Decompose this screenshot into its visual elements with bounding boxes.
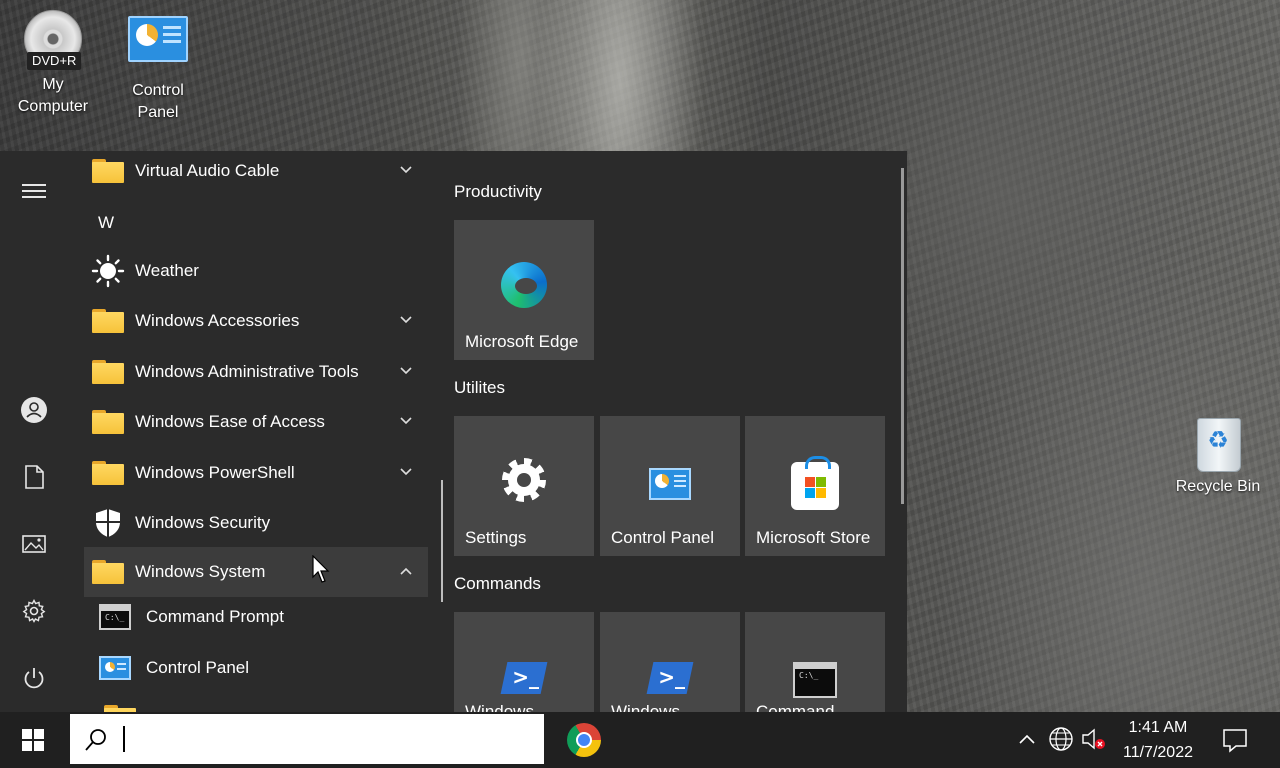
dvd-drive-icon: DVD+R — [23, 10, 83, 70]
command-prompt-icon: C:\_ — [98, 599, 132, 635]
edge-icon — [501, 262, 547, 308]
control-panel-icon — [128, 16, 188, 76]
search-icon — [85, 729, 106, 751]
app-list-item-windows-accessories[interactable]: Windows Accessories — [84, 296, 428, 346]
chevron-down-icon — [400, 417, 412, 425]
chevron-down-icon — [400, 367, 412, 375]
desktop-icon-label: Control Panel — [132, 82, 184, 121]
app-list-item-command-prompt[interactable]: C:\_ Command Prompt — [84, 592, 428, 642]
command-prompt-icon: C:\_ — [793, 662, 837, 698]
chevron-down-icon — [400, 316, 412, 324]
desktop-icon-label: Recycle Bin — [1175, 478, 1261, 495]
folder-icon — [88, 404, 128, 440]
app-list-item-virtual-audio-cable[interactable]: Virtual Audio Cable — [84, 151, 428, 196]
store-icon — [791, 456, 839, 510]
app-list-item-label: Windows System — [135, 562, 266, 581]
mouse-cursor-icon — [312, 555, 330, 583]
powershell-icon: >_ — [500, 662, 548, 694]
network-globe-icon[interactable] — [1048, 726, 1074, 752]
settings-gear-icon[interactable] — [0, 587, 68, 635]
desktop-icon-recycle-bin[interactable]: ♻ Recycle Bin — [1170, 412, 1266, 498]
hamburger-menu-icon[interactable] — [0, 167, 68, 215]
recycle-bin-icon: ♻ — [1191, 412, 1245, 472]
tile-label: Settings — [465, 528, 527, 547]
desktop-icon-my-computer[interactable]: DVD+R My Computer — [5, 10, 101, 118]
gear-icon — [502, 458, 546, 502]
tile-label: Windows — [465, 702, 534, 712]
search-input[interactable] — [128, 724, 532, 756]
folder-icon — [88, 554, 128, 590]
app-list-item-windows-ease-of-access[interactable]: Windows Ease of Access — [84, 397, 428, 447]
app-list-item-label: Windows Accessories — [135, 311, 300, 330]
taskbar: 1:41 AM 11/7/2022 — [0, 712, 1280, 768]
folder-icon — [88, 455, 128, 491]
user-account-icon[interactable] — [0, 386, 68, 434]
app-list-item-weather[interactable]: Weather — [84, 246, 428, 296]
tiles-scrollbar[interactable] — [901, 168, 904, 504]
taskbar-chrome-button[interactable] — [560, 716, 608, 764]
tile-windows-powershell-1[interactable]: >_ Windows — [454, 612, 594, 712]
tile-microsoft-store[interactable]: Microsoft Store — [745, 416, 885, 556]
app-list-item-windows-administrative-tools[interactable]: Windows Administrative Tools — [84, 347, 428, 397]
app-list-item-label: Windows Security — [135, 513, 271, 532]
tile-windows-powershell-2[interactable]: >_ Windows — [600, 612, 740, 712]
tile-label: Microsoft Store — [756, 528, 871, 547]
clock-date[interactable]: 11/7/2022 — [1112, 741, 1204, 765]
tile-settings[interactable]: Settings — [454, 416, 594, 556]
tile-label: Command — [756, 702, 835, 712]
dvd-badge: DVD+R — [27, 52, 82, 70]
windows-logo-icon — [22, 729, 44, 751]
app-list-item-windows-system[interactable]: Windows System — [84, 547, 428, 597]
control-panel-icon — [98, 650, 132, 686]
tile-label: Microsoft Edge — [465, 332, 579, 351]
taskbar-search-box[interactable] — [70, 714, 544, 764]
tile-label: Windows — [611, 702, 680, 712]
tile-group-title-commands: Commands — [454, 574, 541, 593]
clock-time[interactable]: 1:41 AM — [1112, 716, 1204, 740]
chrome-icon — [567, 723, 601, 757]
desktop-icon-control-panel[interactable]: Control Panel — [110, 10, 206, 124]
app-list-scrollbar[interactable] — [441, 480, 443, 602]
app-list-item-label: Windows Ease of Access — [135, 412, 325, 431]
start-menu: Virtual Audio Cable W Weather Windows Ac… — [0, 151, 907, 712]
desktop-icon-label: My Computer — [17, 76, 89, 115]
action-center-notification-icon[interactable] — [1222, 727, 1248, 753]
documents-icon[interactable] — [0, 453, 68, 501]
pictures-icon[interactable] — [0, 520, 68, 568]
text-caret — [123, 726, 125, 752]
app-list[interactable]: Virtual Audio Cable W Weather Windows Ac… — [84, 151, 430, 712]
shield-icon — [88, 505, 128, 541]
power-icon[interactable] — [0, 654, 68, 702]
volume-muted-icon[interactable] — [1081, 727, 1107, 751]
show-hidden-icons-chevron-icon[interactable] — [1018, 732, 1036, 746]
chevron-down-icon — [400, 468, 412, 476]
tile-control-panel[interactable]: Control Panel — [600, 416, 740, 556]
start-button[interactable] — [0, 712, 66, 768]
powershell-icon: >_ — [646, 662, 694, 694]
section-letter-w[interactable]: W — [98, 213, 114, 233]
tile-command-prompt[interactable]: C:\_ Command — [745, 612, 885, 712]
start-rail — [0, 151, 68, 712]
app-list-item-label: Command Prompt — [146, 607, 284, 626]
chevron-down-icon — [400, 166, 412, 174]
app-list-item-label: Virtual Audio Cable — [135, 161, 280, 180]
folder-icon — [88, 303, 128, 339]
control-panel-icon — [649, 468, 691, 500]
chevron-up-icon — [400, 567, 412, 575]
folder-icon — [88, 153, 128, 189]
tile-group-title-productivity: Productivity — [454, 182, 542, 201]
folder-icon — [88, 354, 128, 390]
app-list-item-control-panel[interactable]: Control Panel — [84, 643, 428, 693]
tile-microsoft-edge[interactable]: Microsoft Edge — [454, 220, 594, 360]
app-list-item-label: Control Panel — [146, 658, 250, 677]
app-list-item-windows-security[interactable]: Windows Security — [84, 498, 428, 548]
app-list-item-label: Weather — [135, 261, 199, 280]
app-list-item-label: Windows PowerShell — [135, 463, 295, 482]
weather-sun-icon — [88, 253, 128, 289]
folder-icon — [104, 705, 136, 712]
tile-label: Control Panel — [611, 528, 715, 547]
app-list-item-windows-powershell[interactable]: Windows PowerShell — [84, 448, 428, 498]
tile-group-title-utilities: Utilites — [454, 378, 506, 397]
app-list-item-label: Windows Administrative Tools — [135, 362, 359, 381]
